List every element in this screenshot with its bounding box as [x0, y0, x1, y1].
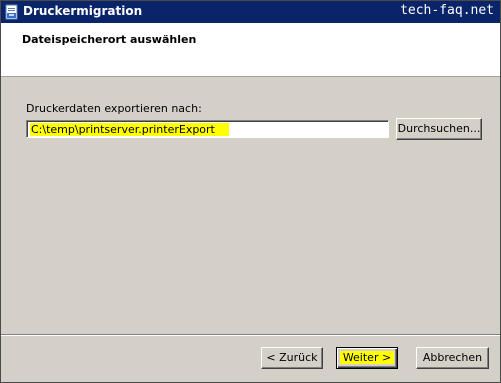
page-title: Dateispeicherort auswählen: [22, 33, 197, 46]
next-button[interactable]: Weiter >: [336, 347, 398, 369]
export-path-label: Druckerdaten exportieren nach:: [26, 102, 202, 115]
next-button-label: Weiter >: [339, 351, 395, 364]
window-title: Druckermigration: [23, 4, 143, 18]
export-path-input[interactable]: C:\temp\printserver.printerExport: [26, 120, 389, 138]
back-button[interactable]: < Zurück: [261, 347, 323, 369]
cancel-button[interactable]: Abbrechen: [416, 347, 489, 369]
wizard-window: Druckermigration tech-faq.net Dateispeic…: [0, 0, 501, 383]
footer-divider: [1, 334, 500, 336]
printer-migration-icon: [4, 4, 20, 20]
title-bar[interactable]: Druckermigration tech-faq.net: [1, 1, 500, 23]
export-path-value: C:\temp\printserver.printerExport: [30, 123, 229, 136]
wizard-header: Dateispeicherort auswählen: [1, 23, 500, 77]
watermark-text: tech-faq.net: [400, 3, 494, 18]
browse-button[interactable]: Durchsuchen...: [396, 118, 482, 140]
